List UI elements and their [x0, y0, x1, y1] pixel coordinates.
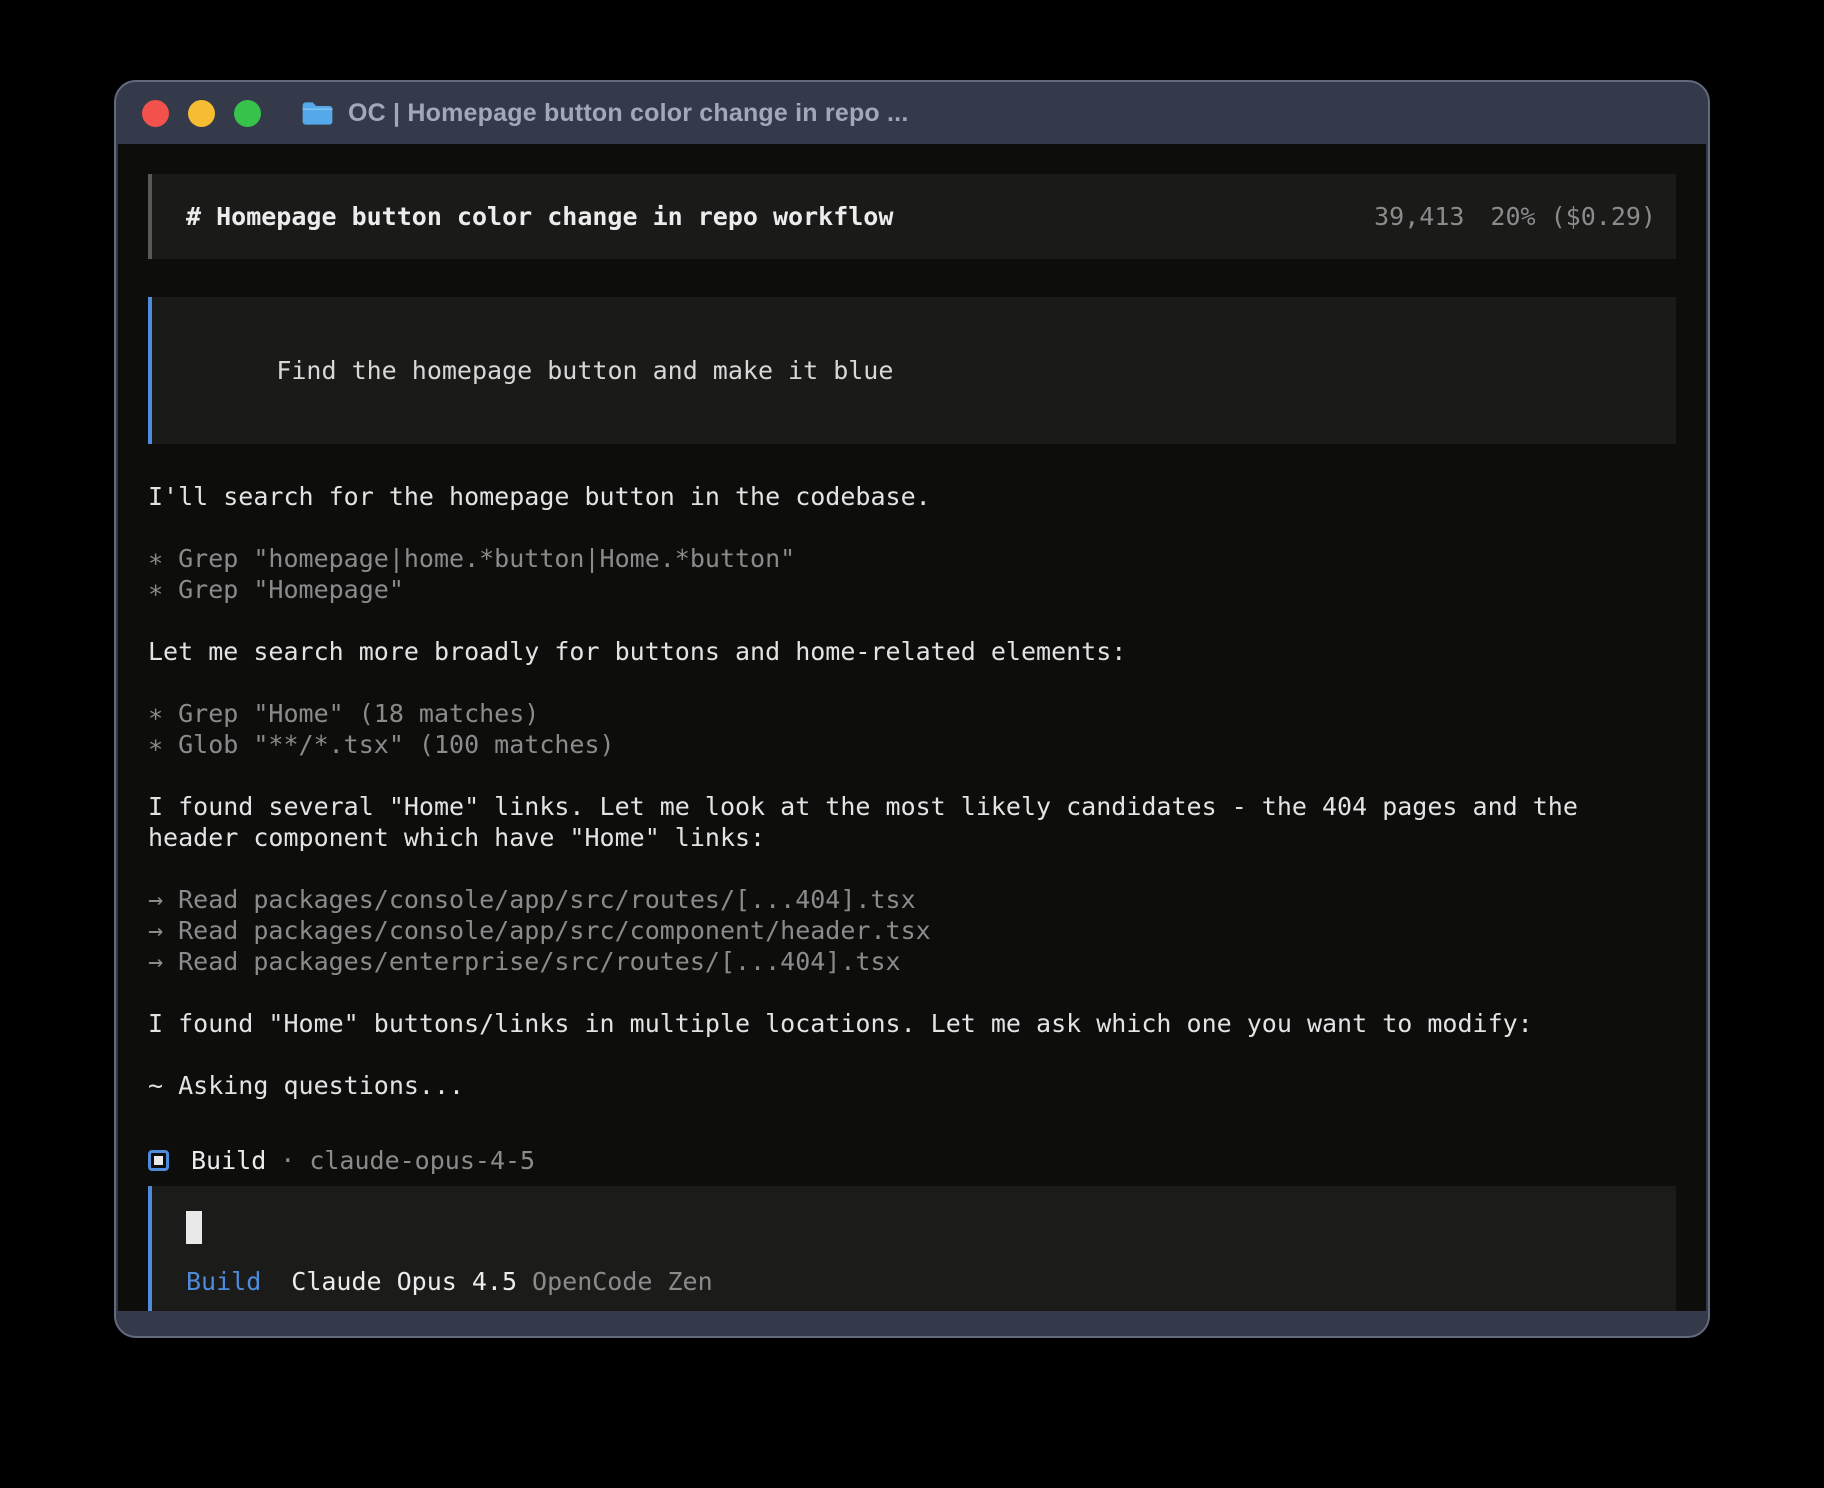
tool-call-glob: ∗ Glob "**/*.tsx" (100 matches): [148, 729, 1676, 760]
composer-provider-label: OpenCode Zen: [532, 1266, 713, 1297]
close-button[interactable]: [142, 100, 169, 127]
transcript-line: Let me search more broadly for buttons a…: [148, 636, 1676, 667]
tool-call-read: → Read packages/enterprise/src/routes/[.…: [148, 946, 1676, 977]
transcript-line: I'll search for the homepage button in t…: [148, 481, 1676, 512]
traffic-lights: [142, 100, 261, 127]
window-title: OC | Homepage button color change in rep…: [348, 99, 908, 128]
tool-call-grep: ∗ Grep "Home" (18 matches): [148, 698, 1676, 729]
zoom-button[interactable]: [234, 100, 261, 127]
transcript-line: [148, 605, 1676, 636]
tool-call-read: → Read packages/console/app/src/routes/[…: [148, 884, 1676, 915]
text-cursor: [186, 1211, 202, 1244]
user-message-text: Find the homepage button and make it blu…: [276, 356, 893, 385]
tool-call-grep: ∗ Grep "homepage|home.*button|Home.*butt…: [148, 543, 1676, 574]
token-count: 39,413: [1374, 201, 1464, 232]
transcript-line: [148, 853, 1676, 884]
input-cursor-row: [186, 1210, 1656, 1244]
session-stats: 39,413 20% ($0.29): [1374, 201, 1656, 232]
user-message: Find the homepage button and make it blu…: [148, 297, 1676, 444]
transcript-line: header component which have "Home" links…: [148, 822, 1676, 853]
tool-call-grep: ∗ Grep "Homepage": [148, 574, 1676, 605]
agent-name: Build: [191, 1145, 266, 1176]
separator-dot: ·: [280, 1145, 295, 1176]
transcript-line: [148, 760, 1676, 791]
folder-icon: [301, 100, 334, 127]
composer-meta: Build Claude Opus 4.5 OpenCode Zen: [186, 1266, 1656, 1297]
minimize-button[interactable]: [188, 100, 215, 127]
agent-status-row: Build · claude-opus-4-5: [148, 1145, 1676, 1176]
transcript-line: I found several "Home" links. Let me loo…: [148, 791, 1676, 822]
build-agent-icon: [148, 1150, 169, 1171]
assistant-transcript: I'll search for the homepage button in t…: [148, 481, 1676, 1101]
terminal-content: # Homepage button color change in repo w…: [118, 144, 1706, 1311]
status-asking-questions: ~ Asking questions...: [148, 1070, 1676, 1101]
composer-model-label: Claude Opus 4.5: [291, 1266, 517, 1297]
prompt-input[interactable]: Build Claude Opus 4.5 OpenCode Zen: [148, 1186, 1676, 1311]
transcript-line: [148, 977, 1676, 1008]
transcript-line: [148, 512, 1676, 543]
tool-call-read: → Read packages/console/app/src/componen…: [148, 915, 1676, 946]
composer-agent-label[interactable]: Build: [186, 1266, 261, 1297]
agent-model: claude-opus-4-5: [309, 1145, 535, 1176]
context-cost: 20% ($0.29): [1490, 201, 1656, 232]
session-title: # Homepage button color change in repo w…: [186, 201, 893, 232]
terminal-window: OC | Homepage button color change in rep…: [114, 80, 1710, 1338]
transcript-line: [148, 1039, 1676, 1070]
transcript-line: [148, 667, 1676, 698]
transcript-line: I found "Home" buttons/links in multiple…: [148, 1008, 1676, 1039]
window-titlebar[interactable]: OC | Homepage button color change in rep…: [116, 82, 1708, 144]
session-header: # Homepage button color change in repo w…: [148, 174, 1676, 259]
